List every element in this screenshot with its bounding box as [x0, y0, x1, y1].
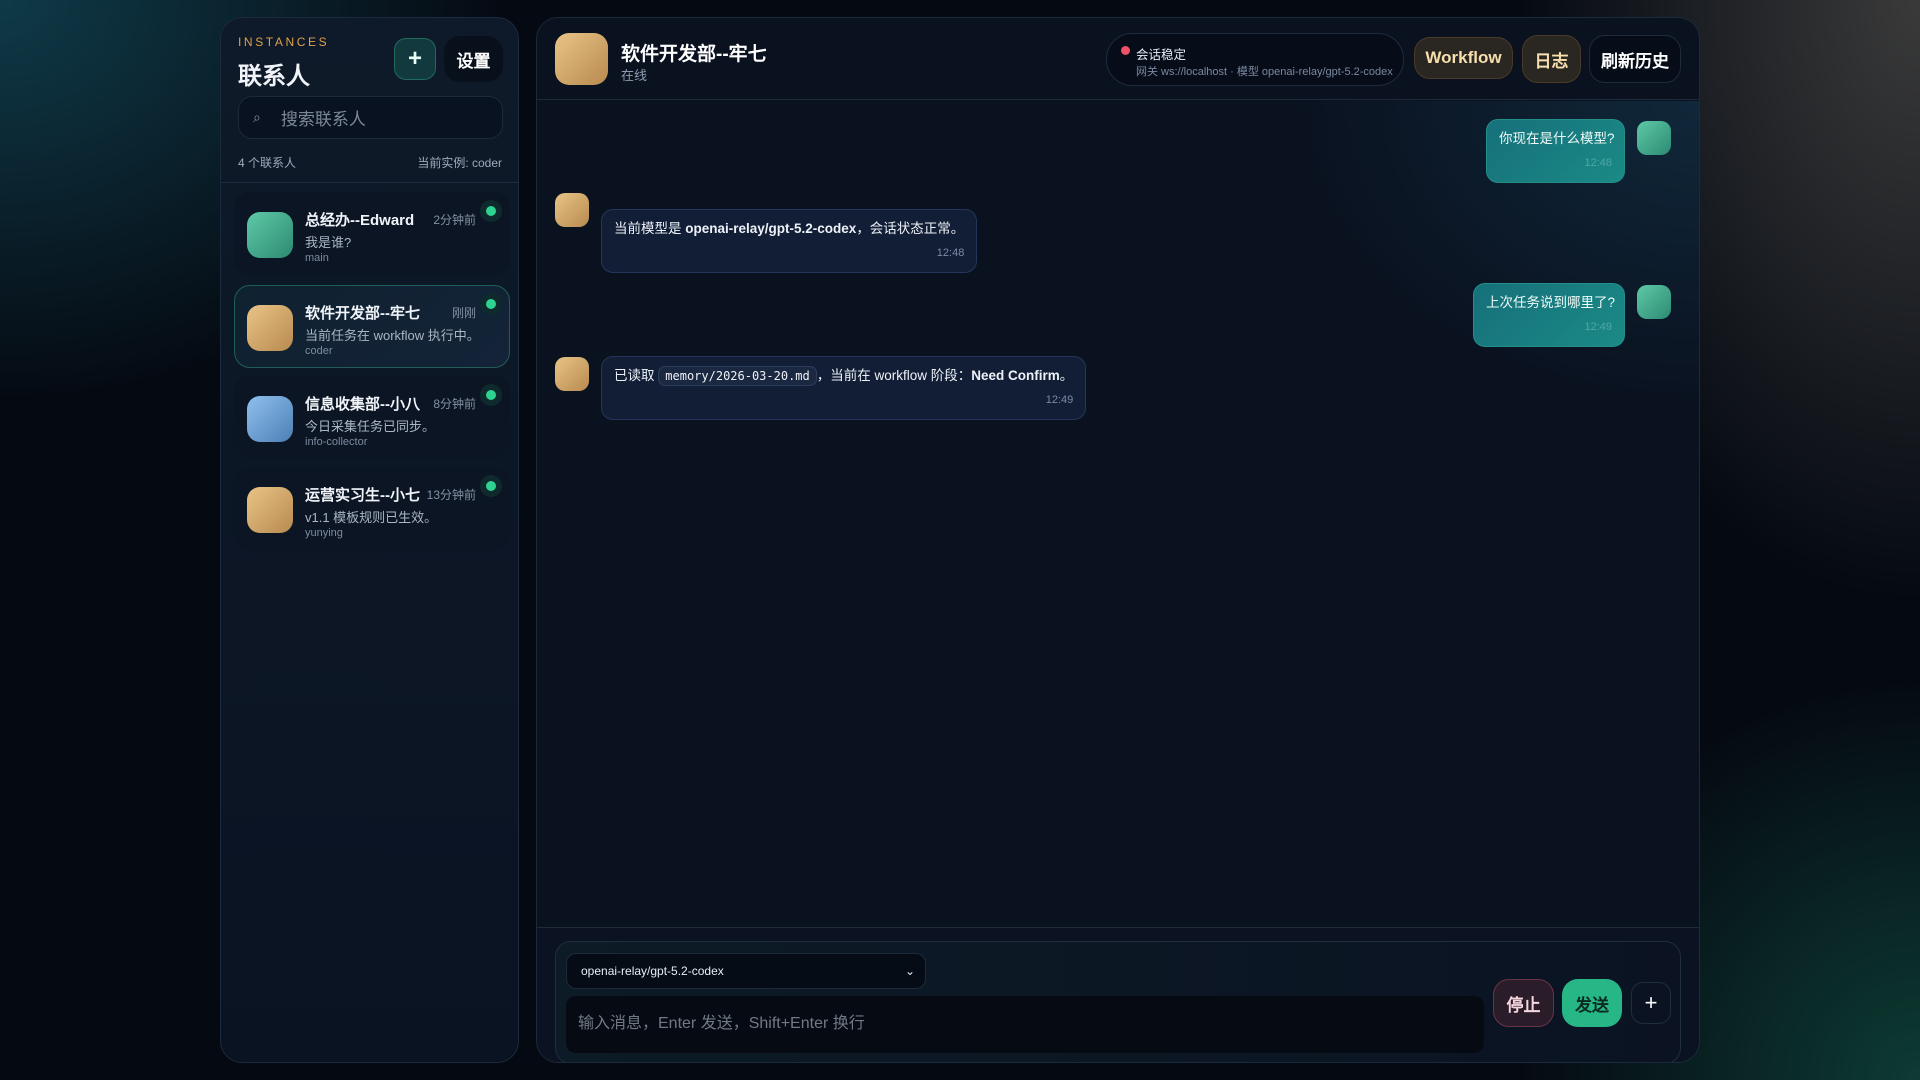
- workflow-button[interactable]: Workflow: [1414, 37, 1513, 79]
- assistant-avatar: [555, 193, 589, 227]
- send-button[interactable]: 发送: [1562, 979, 1622, 1027]
- contact-name: 软件开发部--牢七: [305, 305, 420, 322]
- contact-preview: 今日采集任务已同步。: [305, 419, 436, 434]
- message-text: 已读取: [614, 368, 659, 383]
- message-text: 当前模型是: [614, 221, 686, 236]
- contact-instance: info-collector: [305, 436, 368, 448]
- contact-instance: coder: [305, 345, 333, 357]
- online-status-icon: [480, 293, 502, 315]
- message-time: 12:48: [1584, 157, 1612, 169]
- message-time: 12:49: [1584, 321, 1612, 333]
- sidebar-title: 联系人: [238, 63, 310, 90]
- composer: openai-relay/gpt-5.2-codex ⌄ 输入消息，Enter …: [555, 941, 1681, 1062]
- stop-button[interactable]: 停止: [1493, 979, 1554, 1027]
- avatar: [247, 487, 293, 533]
- message-text: ，当前在 workflow 阶段：: [816, 368, 972, 383]
- online-status-icon: [480, 200, 502, 222]
- message-text: 。: [1059, 368, 1074, 383]
- search-input[interactable]: ⌕ 搜索联系人: [238, 96, 503, 139]
- contact-time: 刚刚: [451, 306, 476, 320]
- instances-eyebrow: INSTANCES: [238, 35, 330, 49]
- avatar: [247, 212, 293, 258]
- online-status: 在线: [621, 68, 648, 83]
- contact-name: 总经办--Edward: [305, 212, 415, 229]
- attach-button[interactable]: +: [1631, 982, 1671, 1024]
- chat-title: 软件开发部--牢七: [621, 44, 767, 65]
- message-text: 你现在是什么模型?: [1499, 131, 1615, 146]
- assistant-message: 已读取 memory/2026-03-20.md ，当前在 workflow 阶段…: [601, 356, 1087, 420]
- composer-area: openai-relay/gpt-5.2-codex ⌄ 输入消息，Enter …: [537, 927, 1699, 1062]
- file-path-code: memory/2026-03-20.md: [658, 366, 817, 386]
- contact-instance: main: [305, 252, 329, 264]
- workflow-stage: Need Confirm: [971, 368, 1060, 383]
- avatar: [247, 396, 293, 442]
- current-instance: 当前实例: coder: [417, 156, 502, 170]
- contact-item-active[interactable]: 软件开发部--牢七 刚刚 当前任务在 workflow 执行中。 coder: [234, 285, 510, 368]
- contact-item[interactable]: 总经办--Edward 2分钟前 我是谁? main: [234, 192, 510, 275]
- refresh-history-button[interactable]: 刷新历史: [1589, 35, 1681, 83]
- assistant-message: 当前模型是 openai-relay/gpt-5.2-codex，会话状态正常。…: [601, 209, 978, 273]
- contact-time: 8分钟前: [433, 397, 476, 411]
- add-contact-button[interactable]: +: [394, 38, 436, 80]
- search-placeholder: 搜索联系人: [280, 110, 366, 129]
- session-status: 会话稳定: [1136, 48, 1187, 62]
- chat-panel: 软件开发部--牢七 在线 会话稳定 网关 ws://localhost · 模型…: [536, 17, 1700, 1063]
- status-dot-icon: [1121, 46, 1130, 55]
- contacts-sidebar: INSTANCES 联系人 + 设置 ⌕ 搜索联系人 4 个联系人 当前实例: …: [220, 17, 519, 1063]
- divider: [221, 182, 518, 183]
- contact-item[interactable]: 运营实习生--小七 13分钟前 v1.1 模板规则已生效。 yunying: [234, 467, 510, 550]
- message-text: ，会话状态正常。: [856, 221, 965, 236]
- model-name: openai-relay/gpt-5.2-codex: [685, 221, 857, 236]
- avatar: [247, 305, 293, 351]
- chat-header: 软件开发部--牢七 在线 会话稳定 网关 ws://localhost · 模型…: [537, 18, 1699, 100]
- contact-avatar: [555, 33, 608, 85]
- contact-name: 信息收集部--小八: [305, 396, 420, 413]
- session-status-pill: 会话稳定 网关 ws://localhost · 模型 openai-relay…: [1106, 33, 1404, 86]
- assistant-avatar: [555, 357, 589, 391]
- online-status-icon: [480, 475, 502, 497]
- selected-model: openai-relay/gpt-5.2-codex: [581, 964, 724, 978]
- contact-preview: 当前任务在 workflow 执行中。: [305, 328, 480, 343]
- search-icon: ⌕: [253, 109, 261, 125]
- gateway-info: 网关 ws://localhost · 模型 openai-relay/gpt-…: [1136, 66, 1393, 78]
- log-button[interactable]: 日志: [1522, 35, 1581, 83]
- user-message: 你现在是什么模型? 12:48: [1486, 119, 1625, 183]
- contact-count: 4 个联系人: [238, 156, 297, 170]
- contact-item[interactable]: 信息收集部--小八 8分钟前 今日采集任务已同步。 info-collector: [234, 376, 510, 459]
- contact-name: 运营实习生--小七: [305, 487, 420, 504]
- user-avatar: [1637, 285, 1671, 319]
- contact-time: 2分钟前: [433, 213, 476, 227]
- message-input[interactable]: 输入消息，Enter 发送，Shift+Enter 换行: [566, 996, 1484, 1053]
- online-status-icon: [480, 384, 502, 406]
- message-time: 12:49: [1045, 394, 1074, 406]
- model-select[interactable]: openai-relay/gpt-5.2-codex ⌄: [566, 953, 926, 989]
- contact-preview: 我是谁?: [305, 235, 352, 250]
- contact-preview: v1.1 模板规则已生效。: [305, 510, 438, 525]
- settings-button[interactable]: 设置: [444, 36, 503, 82]
- user-message: 上次任务说到哪里了? 12:49: [1473, 283, 1625, 347]
- message-text: 上次任务说到哪里了?: [1486, 295, 1616, 310]
- contact-time: 13分钟前: [426, 488, 476, 502]
- message-time: 12:48: [936, 247, 965, 259]
- message-list[interactable]: 你现在是什么模型? 12:48 当前模型是 openai-relay/gpt-5…: [537, 101, 1699, 927]
- user-avatar: [1637, 121, 1671, 155]
- contact-instance: yunying: [305, 527, 343, 539]
- chevron-down-icon: ⌄: [904, 964, 915, 978]
